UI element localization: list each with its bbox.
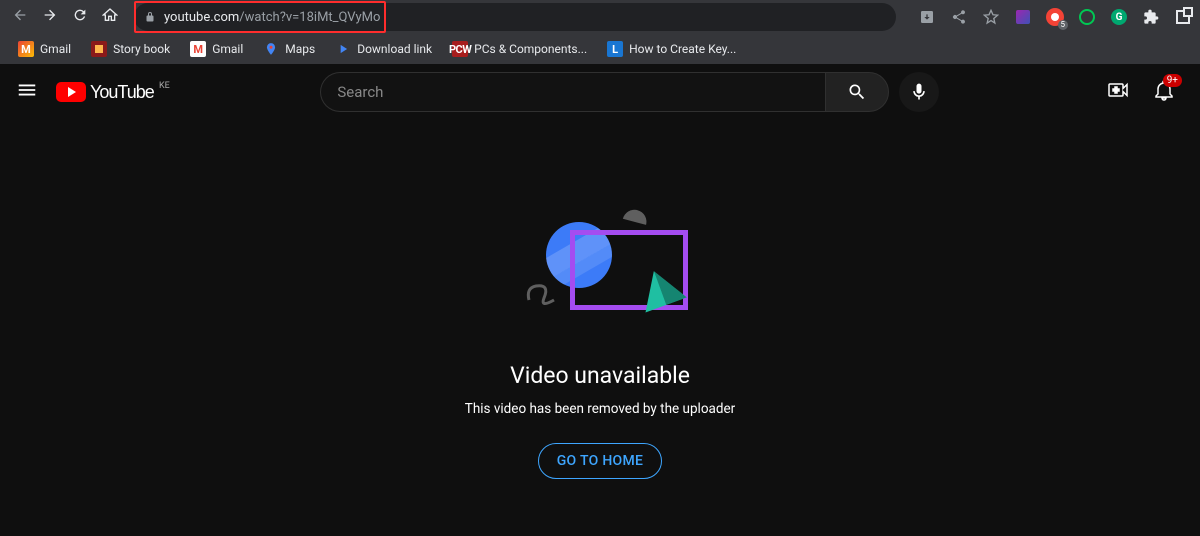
menu-button[interactable] <box>16 79 38 105</box>
address-bar[interactable]: youtube.com/watch?v=18iMt_QVyMo <box>134 3 896 31</box>
pcw-icon <box>452 41 468 57</box>
search-input[interactable] <box>320 72 825 112</box>
shape-semicircle <box>623 207 649 225</box>
youtube-logo[interactable]: YouTube KE <box>56 82 154 103</box>
extension-green-ring[interactable] <box>1078 8 1096 26</box>
logo-text: YouTube <box>90 82 154 103</box>
extension-red-circle[interactable]: 5 <box>1046 8 1064 26</box>
country-code: KE <box>159 81 170 91</box>
youtube-header: YouTube KE 9+ <box>0 64 1200 120</box>
voice-search-button[interactable] <box>899 72 939 112</box>
address-row: youtube.com/watch?v=18iMt_QVyMo 5 G <box>0 0 1200 34</box>
bookmark-download[interactable]: Download link <box>327 37 440 61</box>
gmail-icon <box>190 41 206 57</box>
bookmark-label: Gmail <box>40 42 71 56</box>
maps-icon <box>263 41 279 57</box>
youtube-app: YouTube KE 9+ <box>0 64 1200 536</box>
storybook-icon <box>91 41 107 57</box>
download-icon <box>335 41 351 57</box>
search-icon <box>847 82 867 102</box>
header-left: YouTube KE <box>16 79 154 105</box>
bookmark-label: Maps <box>285 42 315 56</box>
error-container: Video unavailable This video has been re… <box>0 120 1200 479</box>
install-app-icon[interactable] <box>918 8 936 26</box>
bookmark-label: Story book <box>113 42 170 56</box>
error-title: Video unavailable <box>510 362 690 389</box>
chrome-right-icons: 5 G <box>918 8 1192 26</box>
bookmark-label: How to Create Key... <box>629 42 736 56</box>
forward-button[interactable] <box>42 7 58 27</box>
bookmark-gmail2[interactable]: Gmail <box>182 37 251 61</box>
header-right: 9+ <box>1106 78 1184 106</box>
bookmark-storybook[interactable]: Story book <box>83 37 178 61</box>
url-path: /watch?v=18iMt_QVyMo <box>239 10 380 25</box>
header-center <box>320 72 939 112</box>
go-home-button[interactable]: GO TO HOME <box>538 443 663 479</box>
lock-icon <box>144 11 156 23</box>
url-host: youtube.com <box>164 10 239 25</box>
browser-chrome: youtube.com/watch?v=18iMt_QVyMo 5 G Gmai… <box>0 0 1200 64</box>
bookmark-gmail[interactable]: Gmail <box>10 37 79 61</box>
error-illustration <box>510 206 690 336</box>
bookmark-howto[interactable]: How to Create Key... <box>599 37 744 61</box>
share-icon[interactable] <box>950 8 968 26</box>
bookmarks-bar: Gmail Story book Gmail Maps Download lin… <box>0 34 1200 64</box>
shape-squiggle <box>524 270 564 314</box>
microphone-icon <box>909 82 929 102</box>
l-icon <box>607 41 623 57</box>
notifications-button[interactable]: 9+ <box>1152 78 1176 106</box>
back-button[interactable] <box>12 7 28 27</box>
extension-grammarly[interactable]: G <box>1110 8 1128 26</box>
bookmark-label: PCs & Components... <box>474 42 587 56</box>
error-subtitle: This video has been removed by the uploa… <box>465 401 735 417</box>
home-button[interactable] <box>102 7 118 27</box>
bookmark-maps[interactable]: Maps <box>255 37 323 61</box>
bookmark-pcw[interactable]: PCs & Components... <box>444 37 595 61</box>
window-controls-icon[interactable] <box>1174 8 1192 26</box>
youtube-play-icon <box>56 82 86 102</box>
create-button[interactable] <box>1106 78 1130 106</box>
search-button[interactable] <box>825 72 889 112</box>
search-form <box>320 72 889 112</box>
notification-badge: 9+ <box>1163 74 1182 87</box>
extension-feather[interactable] <box>1014 8 1032 26</box>
reload-button[interactable] <box>72 7 88 27</box>
bookmark-label: Gmail <box>212 42 243 56</box>
nav-buttons <box>12 7 118 27</box>
url-text: youtube.com/watch?v=18iMt_QVyMo <box>164 10 380 25</box>
gmail-icon <box>18 41 34 57</box>
extensions-icon[interactable] <box>1142 8 1160 26</box>
extension-badge: 5 <box>1058 20 1069 30</box>
bookmark-label: Download link <box>357 42 432 56</box>
bookmark-star-icon[interactable] <box>982 8 1000 26</box>
